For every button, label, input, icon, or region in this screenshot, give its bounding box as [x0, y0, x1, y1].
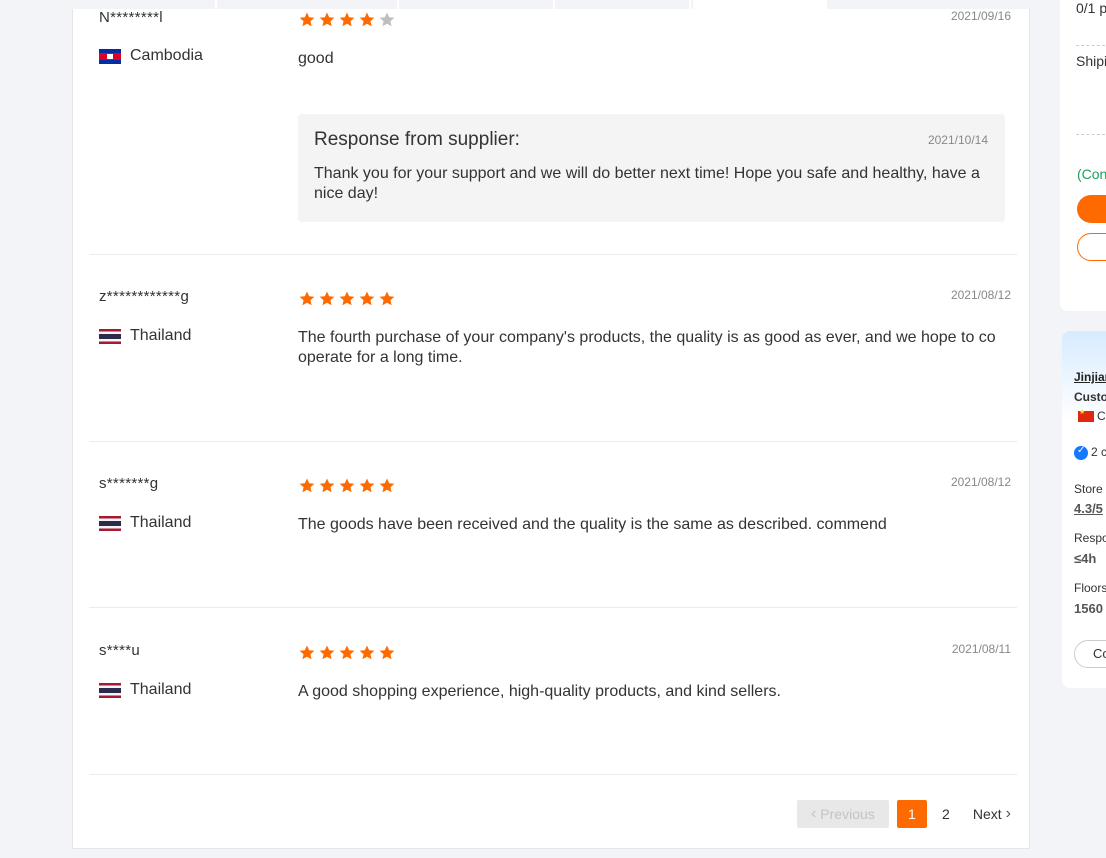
- order-summary-card: 0/1 p Shipi (Con: [1060, 0, 1106, 311]
- tab-1[interactable]: [72, 0, 217, 9]
- response-time-value: ≤4h: [1074, 551, 1097, 566]
- review-date: 2021/08/12: [950, 475, 1011, 489]
- star-filled-icon: [299, 12, 315, 27]
- star-rating: [298, 644, 396, 662]
- thailand-flag-icon: [99, 328, 121, 344]
- star-filled-icon: [359, 645, 375, 660]
- previous-button[interactable]: ‹ Previous: [796, 800, 889, 828]
- country-name: Thailand: [130, 327, 192, 344]
- review-item: N********l Cambodia 2021/09/16 good Resp…: [89, 9, 1017, 255]
- star-filled-icon: [339, 645, 355, 660]
- supplier-response: Response from supplier: 2021/10/14 Thank…: [298, 114, 1005, 222]
- tab-2[interactable]: [219, 0, 399, 9]
- review-item: z************g Thailand 2021/08/12 The f…: [89, 288, 1017, 442]
- page-button-1[interactable]: 1: [896, 800, 927, 828]
- supplier-response-date: 2021/10/14: [927, 133, 988, 147]
- store-rating-label: Store: [1074, 482, 1103, 496]
- thailand-flag-icon: [99, 515, 121, 531]
- supplier-years: 2 c: [1074, 445, 1106, 460]
- star-filled-icon: [379, 291, 395, 306]
- supplier-country: Ch: [1078, 408, 1106, 423]
- tab-3[interactable]: [401, 0, 555, 9]
- star-filled-icon: [379, 645, 395, 660]
- tab-4[interactable]: [557, 0, 691, 9]
- star-filled-icon: [359, 12, 375, 27]
- store-rating-value[interactable]: 4.3/5: [1074, 501, 1103, 516]
- star-filled-icon: [299, 645, 315, 660]
- star-filled-icon: [319, 645, 335, 660]
- star-filled-icon: [379, 478, 395, 493]
- star-filled-icon: [319, 478, 335, 493]
- china-flag-icon: [1078, 408, 1094, 423]
- tab-strip: [72, 0, 1030, 9]
- chevron-right-icon: ›: [1005, 805, 1011, 822]
- supplier-country-name: Ch: [1097, 409, 1106, 423]
- country-name: Cambodia: [130, 47, 203, 64]
- reviewer-name: s****u: [99, 642, 140, 659]
- star-rating: [298, 11, 396, 29]
- star-filled-icon: [299, 291, 315, 306]
- floor-space-value: 1560: [1074, 601, 1103, 616]
- star-rating: [298, 290, 396, 308]
- supplier-card: Jinjian Custo Ch 2 c Store 4.3/5 Respo ≤…: [1062, 331, 1106, 688]
- verified-icon: [1074, 445, 1088, 460]
- star-filled-icon: [299, 478, 315, 493]
- floor-space-label: Floors: [1074, 581, 1106, 595]
- country-name: Thailand: [130, 514, 192, 531]
- shipping-label: Shipi: [1076, 53, 1106, 69]
- reviewer-name: s*******g: [99, 475, 159, 492]
- star-rating: [298, 477, 396, 495]
- star-filled-icon: [359, 478, 375, 493]
- response-time-label: Respo: [1074, 531, 1106, 545]
- review-item: s*******g Thailand 2021/08/12 The goods …: [89, 475, 1017, 608]
- review-text: A good shopping experience, high-quality…: [298, 683, 781, 700]
- review-text: good: [298, 50, 334, 67]
- supplier-type: Custo: [1074, 390, 1106, 404]
- star-filled-icon: [339, 478, 355, 493]
- next-button[interactable]: Next ›: [973, 800, 1011, 828]
- next-label: Next: [972, 806, 1002, 822]
- divider: [1076, 45, 1106, 46]
- divider: [1076, 134, 1106, 135]
- star-filled-icon: [319, 12, 335, 27]
- page-button-2[interactable]: 2: [931, 800, 961, 828]
- review-date: 2021/08/12: [950, 288, 1011, 302]
- cambodia-flag-icon: [99, 48, 121, 64]
- supplier-name-link[interactable]: Jinjian: [1074, 370, 1106, 384]
- reviewer-country: Cambodia: [99, 47, 203, 65]
- star-empty-icon: [379, 12, 395, 27]
- tab-reviews[interactable]: [693, 0, 827, 9]
- contact-supplier-button[interactable]: Co: [1074, 640, 1106, 668]
- reviewer-country: Thailand: [99, 514, 191, 532]
- review-item: s****u Thailand 2021/08/11 A good shoppi…: [89, 642, 1017, 775]
- primary-action-button[interactable]: [1077, 195, 1106, 223]
- country-name: Thailand: [130, 681, 192, 698]
- star-filled-icon: [319, 291, 335, 306]
- review-date: 2021/09/16: [950, 9, 1011, 23]
- quantity-text: 0/1 p: [1076, 0, 1106, 16]
- supplier-response-text: Thank you for your support and we will d…: [314, 165, 980, 202]
- previous-label: Previous: [820, 806, 875, 822]
- contact-note: (Con: [1077, 166, 1106, 182]
- reviewer-name: z************g: [99, 288, 190, 305]
- star-filled-icon: [339, 12, 355, 27]
- pagination: ‹ Previous 1 2 Next ›: [796, 800, 1011, 828]
- reviewer-name: N********l: [99, 9, 163, 26]
- supplier-years-text: 2 c: [1091, 445, 1106, 459]
- reviewer-country: Thailand: [99, 681, 191, 699]
- secondary-action-button[interactable]: [1077, 233, 1106, 261]
- reviews-panel: N********l Cambodia 2021/09/16 good Resp…: [72, 9, 1030, 849]
- supplier-response-title: Response from supplier:: [314, 129, 520, 150]
- reviewer-country: Thailand: [99, 327, 191, 345]
- chevron-left-icon: ‹: [810, 805, 817, 822]
- review-text: The goods have been received and the qua…: [298, 516, 887, 533]
- thailand-flag-icon: [99, 682, 121, 698]
- star-filled-icon: [359, 291, 375, 306]
- review-text: The fourth purchase of your company's pr…: [298, 329, 996, 366]
- review-date: 2021/08/11: [951, 642, 1011, 656]
- star-filled-icon: [339, 291, 355, 306]
